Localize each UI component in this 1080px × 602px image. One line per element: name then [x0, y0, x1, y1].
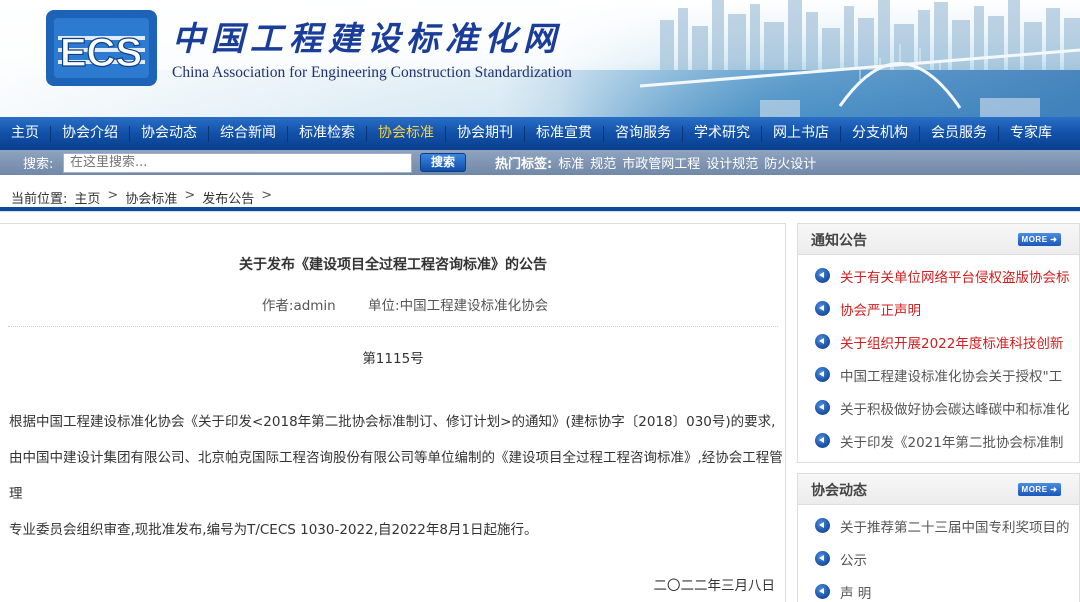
arrow-bullet-icon	[815, 551, 830, 566]
notices-item-link[interactable]: 关于组织开展2022年度标准科技创新	[840, 332, 1063, 352]
notices-item-link[interactable]: 中国工程建设标准化协会关于授权"工	[840, 365, 1062, 385]
news-list-item[interactable]: 公示	[798, 542, 1079, 575]
news-list: 关于推荐第二十三届中国专利奖项目的 公示声 明	[798, 505, 1079, 602]
breadcrumb: 当前位置: 主页 > 协会标准 > 发布公告 >	[11, 188, 272, 207]
ecs-logo[interactable]: ECS	[44, 8, 159, 88]
news-panel: 协会动态 MORE ➜ 关于推荐第二十三届中国专利奖项目的 公示声 明	[797, 473, 1080, 602]
arrow-bullet-icon	[815, 584, 830, 599]
news-item-link[interactable]: 公示	[840, 549, 867, 569]
breadcrumb-link[interactable]: 协会标准	[125, 188, 177, 207]
article-unit: 单位:中国工程建设标准化协会	[368, 298, 549, 314]
hot-tag-link[interactable]: 市政管网工程	[622, 157, 700, 172]
notices-item-link[interactable]: 关于积极做好协会碳达峰碳中和标准化	[840, 398, 1070, 418]
announcement-number: 第1115号	[362, 351, 424, 367]
hot-tag-link[interactable]: 标准	[558, 157, 584, 172]
article-body-line: 专业委员会组织审查,现批准发布,编号为T/CECS 1030-2022,自202…	[9, 522, 538, 538]
article-body: 根据中国工程建设标准化协会《关于印发<2018年第二批协会标准制订、修订计划>的…	[9, 404, 785, 548]
news-title: 协会动态	[811, 483, 867, 499]
hot-tag-link[interactable]: 规范	[590, 157, 616, 172]
notices-list-item[interactable]: 关于有关单位网络平台侵权盗版协会标	[798, 259, 1079, 292]
breadcrumb-separator: >	[261, 188, 273, 203]
notices-header: 通知公告 MORE ➜	[798, 224, 1079, 255]
breadcrumb-link[interactable]: 发布公告	[202, 188, 254, 207]
nav-item[interactable]: 综合新闻	[209, 117, 287, 150]
arrow-bullet-icon	[815, 334, 830, 349]
news-header: 协会动态 MORE ➜	[798, 474, 1079, 505]
notices-item-link[interactable]: 关于印发《2021年第二批协会标准制	[840, 431, 1063, 451]
hot-tags: 标准 规范 市政管网工程 设计规范 防火设计	[552, 153, 816, 172]
breadcrumb-rule-light	[0, 211, 1080, 212]
hot-tags-label: 热门标签:	[495, 157, 553, 172]
news-item-link[interactable]: 声 明	[840, 582, 871, 602]
nav-item[interactable]: 会员服务	[920, 117, 998, 150]
article-body-line: 根据中国工程建设标准化协会《关于印发<2018年第二批协会标准制订、修订计划>的…	[9, 414, 776, 430]
article-panel: 关于发布《建设项目全过程工程咨询标准》的公告 作者:admin 单位:中国工程建…	[0, 223, 786, 602]
hot-tag-link[interactable]: 防火设计	[764, 157, 816, 172]
arrow-bullet-icon	[815, 268, 830, 283]
notices-item-link[interactable]: 关于有关单位网络平台侵权盗版协会标	[840, 266, 1070, 286]
breadcrumb-separator: >	[184, 188, 196, 203]
breadcrumb-prefix: 当前位置:	[11, 192, 68, 207]
notices-panel: 通知公告 MORE ➜ 关于有关单位网络平台侵权盗版协会标 协会严正声明关于组织开…	[797, 223, 1080, 463]
news-item-link[interactable]: 关于推荐第二十三届中国专利奖项目的	[840, 516, 1070, 536]
nav-item[interactable]: 标准检索	[288, 117, 366, 150]
notices-list-item[interactable]: 协会严正声明	[798, 292, 1079, 325]
nav-item[interactable]: 协会标准	[367, 117, 445, 150]
arrow-bullet-icon	[815, 400, 830, 415]
nav-item[interactable]: 咨询服务	[604, 117, 682, 150]
nav-item[interactable]: 学术研究	[683, 117, 761, 150]
notices-more-button[interactable]: MORE ➜	[1018, 233, 1061, 246]
hot-tag-link[interactable]: 设计规范	[706, 157, 758, 172]
nav-item[interactable]: 分支机构	[841, 117, 919, 150]
article-date: 二〇二二年三月八日	[653, 578, 776, 594]
article-divider	[8, 326, 778, 327]
search-button[interactable]: 搜索	[420, 153, 466, 172]
site-title: 中国工程建设标准化网	[172, 19, 562, 58]
notices-list-item[interactable]: 中国工程建设标准化协会关于授权"工	[798, 358, 1079, 391]
nav-item[interactable]: 专家库	[999, 117, 1063, 150]
article-meta: 作者:admin 单位:中国工程建设标准化协会	[0, 294, 810, 314]
nav-item[interactable]: 协会期刊	[446, 117, 524, 150]
search-input[interactable]	[63, 152, 412, 173]
notices-item-link[interactable]: 协会严正声明	[840, 299, 921, 319]
notices-list-item[interactable]: 关于印发《2021年第二批协会标准制	[798, 424, 1079, 457]
search-label: 搜索:	[23, 157, 54, 172]
arrow-bullet-icon	[815, 518, 830, 533]
news-list-item[interactable]: 关于推荐第二十三届中国专利奖项目的	[798, 509, 1079, 542]
main-nav: 主页 协会介绍 协会动态 综合新闻 标准检索 协会标准 协会期刊 标准宣贯 咨询服务 学术研究 网上…	[0, 117, 1080, 150]
arrow-bullet-icon	[815, 433, 830, 448]
breadcrumb-separator: >	[107, 188, 119, 203]
site-subtitle: China Association for Engineering Constr…	[172, 64, 572, 81]
article-body-line: 由中国中建设计集团有限公司、北京帕克国际工程咨询股份有限公司等单位编制的《建设项…	[9, 450, 783, 502]
arrow-bullet-icon	[815, 367, 830, 382]
arrow-bullet-icon	[815, 301, 830, 316]
notices-list-item[interactable]: 关于积极做好协会碳达峰碳中和标准化	[798, 391, 1079, 424]
nav-item[interactable]: 网上书店	[762, 117, 840, 150]
nav-item[interactable]: 主页	[0, 117, 50, 150]
breadcrumb-link[interactable]: 主页	[74, 188, 100, 207]
article-author: 作者:admin	[261, 298, 336, 314]
site-banner: ECS 中国工程建设标准化网 China Association for Eng…	[0, 0, 1080, 117]
news-more-button[interactable]: MORE ➜	[1018, 483, 1061, 496]
notices-list-item[interactable]: 关于组织开展2022年度标准科技创新	[798, 325, 1079, 358]
nav-item[interactable]: 协会介绍	[51, 117, 129, 150]
logo-text: ECS	[60, 31, 142, 75]
notices-title: 通知公告	[811, 233, 867, 249]
notices-list: 关于有关单位网络平台侵权盗版协会标 协会严正声明关于组织开展2022年度标准科技创…	[798, 255, 1079, 457]
nav-item[interactable]: 标准宣贯	[525, 117, 603, 150]
nav-item[interactable]: 协会动态	[130, 117, 208, 150]
news-list-item[interactable]: 声 明	[798, 575, 1079, 602]
article-title: 关于发布《建设项目全过程工程咨询标准》的公告	[239, 257, 547, 273]
search-bar: 搜索: 搜索 热门标签: 标准规范市政管网工程设计规范防火设计	[0, 150, 1080, 175]
